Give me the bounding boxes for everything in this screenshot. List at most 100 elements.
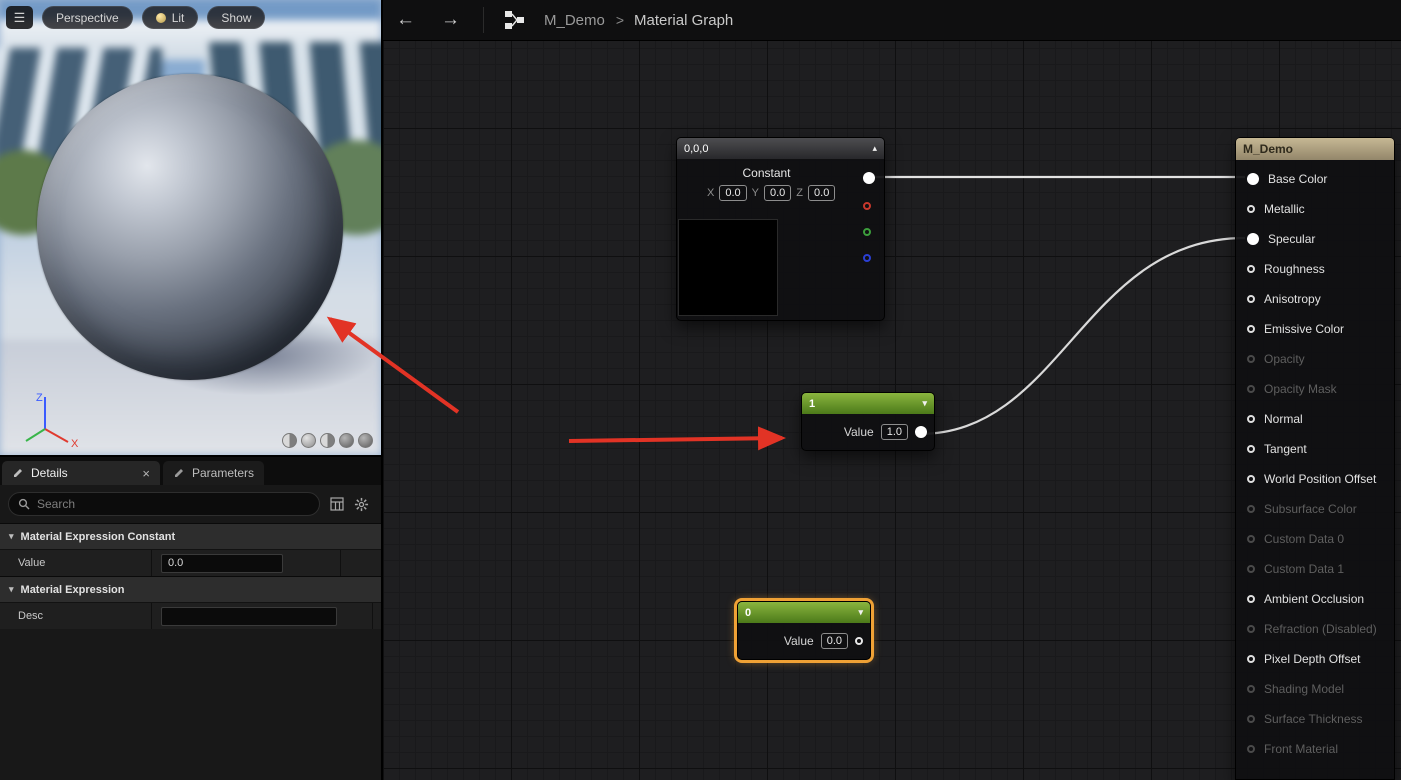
section-material-expression[interactable]: ▾ Material Expression	[0, 576, 381, 602]
material-result-node[interactable]: M_Demo Base Color Metallic Specular Roug…	[1235, 137, 1395, 780]
constant-zero-title: 0	[745, 607, 751, 619]
constant-zero-header[interactable]: 0 ▾	[738, 602, 870, 623]
input-pin-icon[interactable]	[1247, 355, 1255, 363]
tab-details-label: Details	[31, 466, 68, 480]
search-input[interactable]	[37, 497, 310, 511]
material-input-pin-row: Ambient Occlusion	[1236, 584, 1394, 614]
input-pin-label: Front Material	[1264, 742, 1338, 756]
breadcrumb-root[interactable]: M_Demo	[544, 12, 605, 29]
input-pin-icon[interactable]	[1247, 173, 1259, 185]
input-pin-icon[interactable]	[1247, 715, 1255, 723]
g-output-pin[interactable]	[863, 228, 871, 236]
input-pin-icon[interactable]	[1247, 415, 1255, 423]
rgb-output-pin[interactable]	[863, 172, 875, 184]
constant-zero-node[interactable]: 0 ▾ Value 0.0	[737, 601, 871, 660]
section-title: Material Expression	[21, 584, 125, 596]
value-field[interactable]	[161, 554, 283, 573]
b-output-pin[interactable]	[863, 254, 871, 262]
column-settings-icon[interactable]	[330, 497, 344, 511]
input-pin-label: Refraction (Disabled)	[1264, 622, 1377, 636]
constant-zero-output-pin[interactable]	[855, 637, 863, 645]
panel-tab-bar: Details × Parameters	[0, 457, 381, 485]
toolbar-separator	[483, 7, 484, 33]
input-pin-label: Opacity Mask	[1264, 382, 1337, 396]
desc-field[interactable]	[161, 607, 337, 626]
input-pin-icon[interactable]	[1247, 535, 1255, 543]
forward-arrow-icon[interactable]: →	[428, 9, 473, 31]
tab-parameters[interactable]: Parameters	[163, 461, 264, 485]
z-value-field[interactable]: 0.0	[808, 185, 835, 201]
input-pin-icon[interactable]	[1247, 445, 1255, 453]
input-pin-icon[interactable]	[1247, 745, 1255, 753]
pencil-icon	[173, 467, 185, 479]
constant-one-node[interactable]: 1 ▾ Value 1.0	[801, 392, 935, 451]
wire-specular[interactable]	[919, 238, 1245, 434]
constant-one-value-field[interactable]: 1.0	[881, 424, 908, 440]
back-arrow-icon[interactable]: ←	[383, 9, 428, 31]
material-input-pin-row: Refraction (Disabled)	[1236, 614, 1394, 644]
constant-one-title: 1	[809, 398, 815, 410]
constant3vector-title: 0,0,0	[684, 143, 708, 155]
constant3vector-header[interactable]: 0,0,0 ▴	[677, 138, 884, 159]
input-pin-label: Metallic	[1264, 202, 1305, 216]
material-input-pin-row: Front Material	[1236, 734, 1394, 764]
material-result-header[interactable]: M_Demo	[1236, 138, 1394, 160]
show-button[interactable]: Show	[207, 6, 265, 29]
section-title: Material Expression Constant	[21, 531, 176, 543]
input-pin-icon[interactable]	[1247, 655, 1255, 663]
chevron-down-icon: ▾	[9, 584, 14, 595]
preview-mesh-plane-icon[interactable]	[320, 433, 335, 448]
chevron-down-icon[interactable]: ▾	[858, 607, 863, 618]
perspective-button[interactable]: Perspective	[42, 6, 133, 29]
preview-mesh-custom-icon[interactable]	[358, 433, 373, 448]
lit-button[interactable]: Lit	[142, 6, 199, 29]
input-pin-icon[interactable]	[1247, 205, 1255, 213]
search-box[interactable]	[8, 492, 320, 516]
close-icon[interactable]: ×	[142, 466, 150, 481]
input-pin-icon[interactable]	[1247, 565, 1255, 573]
section-material-expression-constant[interactable]: ▾ Material Expression Constant	[0, 523, 381, 549]
input-pin-icon[interactable]	[1247, 265, 1255, 273]
preview-mesh-cylinder-icon[interactable]	[282, 433, 297, 448]
chevron-up-icon[interactable]: ▴	[872, 143, 877, 154]
chevron-down-icon[interactable]: ▾	[922, 398, 927, 409]
constant3vector-type-label: Constant	[685, 166, 848, 180]
material-input-pin-row: Base Color	[1236, 164, 1394, 194]
input-pin-label: Ambient Occlusion	[1264, 592, 1364, 606]
x-value-field[interactable]: 0.0	[719, 185, 746, 201]
input-pin-label: Surface Thickness	[1264, 712, 1363, 726]
material-result-title: M_Demo	[1243, 142, 1293, 156]
material-input-pin-row: Pixel Depth Offset	[1236, 644, 1394, 674]
settings-gear-icon[interactable]	[354, 497, 369, 512]
input-pin-icon[interactable]	[1247, 595, 1255, 603]
preview-mesh-cube-icon[interactable]	[339, 433, 354, 448]
constant3vector-node[interactable]: 0,0,0 ▴ Constant X 0.0 Y 0.0 Z 0.0	[676, 137, 885, 321]
constant-zero-value-field[interactable]: 0.0	[821, 633, 848, 649]
input-pin-icon[interactable]	[1247, 505, 1255, 513]
r-output-pin[interactable]	[863, 202, 871, 210]
preview-viewport[interactable]: ☰ Perspective Lit Show Z X	[0, 0, 381, 455]
input-pin-icon[interactable]	[1247, 233, 1259, 245]
input-pin-icon[interactable]	[1247, 625, 1255, 633]
input-pin-label: Roughness	[1264, 262, 1325, 276]
preview-mesh-sphere-icon[interactable]	[301, 433, 316, 448]
search-icon	[18, 498, 30, 510]
color-preview-swatch	[678, 219, 778, 316]
input-pin-icon[interactable]	[1247, 475, 1255, 483]
input-pin-icon[interactable]	[1247, 685, 1255, 693]
constant-one-output-pin[interactable]	[915, 426, 927, 438]
tab-details[interactable]: Details ×	[2, 461, 160, 485]
y-value-field[interactable]: 0.0	[764, 185, 791, 201]
unreal-material-editor: ☰ Perspective Lit Show Z X	[0, 0, 1401, 780]
input-pin-icon[interactable]	[1247, 295, 1255, 303]
viewport-toolbar: ☰ Perspective Lit Show	[6, 6, 265, 29]
input-pin-icon[interactable]	[1247, 385, 1255, 393]
input-pin-icon[interactable]	[1247, 325, 1255, 333]
chevron-down-icon: ▾	[9, 531, 14, 542]
viewport-menu-icon[interactable]: ☰	[6, 6, 33, 29]
show-label: Show	[221, 11, 251, 25]
value-property-label: Value	[0, 550, 152, 576]
constant-one-header[interactable]: 1 ▾	[802, 393, 934, 414]
material-input-pin-row: Subsurface Color	[1236, 494, 1394, 524]
material-graph-canvas[interactable]: ← → M_Demo > Material Graph 0,0,0 ▴ C	[383, 0, 1401, 780]
